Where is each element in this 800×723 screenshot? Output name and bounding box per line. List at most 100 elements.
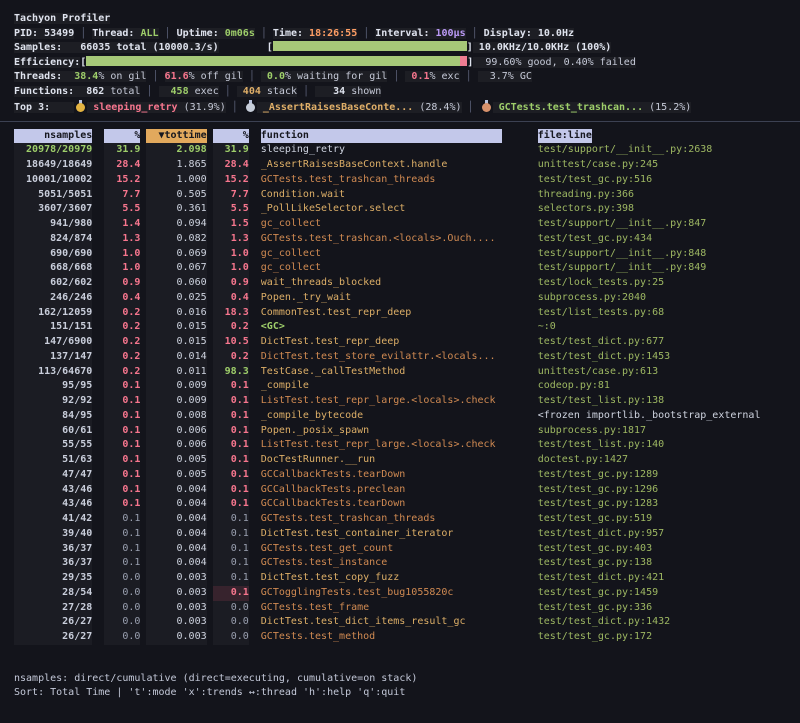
table-row[interactable]: 28/540.00.0030.1GCTogglingTests.test_bug…: [14, 586, 800, 601]
table-row[interactable]: 51/630.10.0050.1DocTestRunner.__rundocte…: [14, 453, 800, 468]
table-row[interactable]: 43/460.10.0040.1GCCallbackTests.tearDown…: [14, 497, 800, 512]
cell-file-line: test/test_gc.py:1459: [538, 586, 800, 601]
cell-function: <GC>: [261, 320, 502, 335]
cell-function: GCCallbackTests.tearDown: [261, 468, 502, 483]
cell-nsamples: 20978/20979: [14, 143, 92, 158]
column-header-file-line[interactable]: file:line: [538, 129, 592, 144]
cell-function: GCTests.test_get_count: [261, 542, 502, 557]
table-row[interactable]: 602/6020.90.0600.9wait_threads_blockedte…: [14, 276, 800, 291]
table-row[interactable]: 162/120590.20.01618.3CommonTest.test_rep…: [14, 306, 800, 321]
gc-pct: 3.7% GC: [478, 71, 532, 82]
table-row[interactable]: 29/350.00.0030.1DictTest.test_copy_fuzzt…: [14, 571, 800, 586]
cell-own-pct: 0.2: [104, 350, 140, 365]
table-row[interactable]: 26/270.00.0030.0DictTest.test_dict_items…: [14, 615, 800, 630]
cell-total-pct: 1.0: [213, 261, 249, 276]
cell-function: DocTestRunner.__run: [261, 453, 502, 468]
cell-total-pct: 0.2: [213, 320, 249, 335]
table-row[interactable]: 690/6901.00.0691.0gc_collecttest/support…: [14, 247, 800, 262]
cell-function: DictTest.test_store_evilattr.<locals...: [261, 350, 502, 365]
table-row[interactable]: 36/370.10.0040.1GCTests.test_get_countte…: [14, 542, 800, 557]
cell-own-pct: 0.1: [104, 497, 140, 512]
cell-function: _compile_bytecode: [261, 409, 502, 424]
table-row[interactable]: 92/920.10.0090.1ListTest.test_repr_large…: [14, 394, 800, 409]
table-row[interactable]: 20978/2097931.92.09831.9sleeping_retryte…: [14, 143, 800, 158]
table-row[interactable]: 18649/1864928.41.86528.4_AssertRaisesBas…: [14, 158, 800, 173]
cell-nsamples: 47/47: [14, 468, 92, 483]
column-header-nsamples[interactable]: nsamples: [14, 129, 92, 144]
cell-own-pct: 0.1: [104, 527, 140, 542]
table-row[interactable]: 43/460.10.0040.1GCCallbackTests.preclean…: [14, 483, 800, 498]
cell-file-line: <frozen importlib._bootstrap_external: [538, 409, 800, 424]
table-row[interactable]: 10001/1000215.21.00015.2GCTests.test_tra…: [14, 173, 800, 188]
table-row[interactable]: 246/2460.40.0250.4Popen._try_waitsubproc…: [14, 291, 800, 306]
table-row[interactable]: 84/950.10.0080.1_compile_bytecode<frozen…: [14, 409, 800, 424]
cell-tottime: 0.003: [146, 586, 206, 601]
table-row[interactable]: 5051/50517.70.5057.7Condition.waitthread…: [14, 188, 800, 203]
samples-bar-fill: [273, 41, 467, 51]
top1-pct: (31.9%): [178, 102, 226, 113]
cell-function: GCTests.test_method: [261, 630, 502, 645]
cell-file-line: test/support/__init__.py:848: [538, 247, 800, 262]
cell-nsamples: 151/151: [14, 320, 92, 335]
uptime-label: Uptime:: [177, 28, 225, 39]
cell-function: GCTests.test_trashcan_threads: [261, 512, 502, 527]
table-row[interactable]: 41/420.10.0040.1GCTests.test_trashcan_th…: [14, 512, 800, 527]
table-row[interactable]: 151/1510.20.0150.2<GC>~:0: [14, 320, 800, 335]
horizontal-rule: [0, 121, 800, 122]
cell-nsamples: 43/46: [14, 483, 92, 498]
table-row[interactable]: 824/8741.30.0821.3GCTests.test_trashcan.…: [14, 232, 800, 247]
cell-file-line: unittest/case.py:613: [538, 365, 800, 380]
cell-nsamples: 28/54: [14, 586, 92, 601]
column-header-function[interactable]: function: [261, 129, 502, 144]
table-row[interactable]: 39/400.10.0040.1DictTest.test_container_…: [14, 527, 800, 542]
cell-nsamples: 36/37: [14, 542, 92, 557]
cell-tottime: 0.006: [146, 438, 206, 453]
samples-bar: [273, 41, 467, 51]
cell-nsamples: 162/12059: [14, 306, 92, 321]
cell-file-line: test/test_dict.py:1432: [538, 615, 800, 630]
table-row[interactable]: 941/9801.40.0941.5gc_collecttest/support…: [14, 217, 800, 232]
cell-nsamples: 41/42: [14, 512, 92, 527]
table-row[interactable]: 113/646700.20.01198.3TestCase._callTestM…: [14, 365, 800, 380]
cell-function: Popen._try_wait: [261, 291, 502, 306]
exec-count: 458: [159, 86, 189, 97]
cell-own-pct: 1.0: [104, 261, 140, 276]
table-row[interactable]: 27/280.00.0030.0GCTests.test_frametest/t…: [14, 601, 800, 616]
table-row[interactable]: 147/69000.20.01510.5DictTest.test_repr_d…: [14, 335, 800, 350]
cell-tottime: 0.069: [146, 247, 206, 262]
table-row[interactable]: 26/270.00.0030.0GCTests.test_methodtest/…: [14, 630, 800, 645]
table-row[interactable]: 668/6681.00.0671.0gc_collecttest/support…: [14, 261, 800, 276]
cell-own-pct: 1.3: [104, 232, 140, 247]
table-row[interactable]: 3607/36075.50.3615.5_PollLikeSelector.se…: [14, 202, 800, 217]
cell-tottime: 0.003: [146, 571, 206, 586]
bronze-medal-icon: [482, 100, 491, 112]
cell-tottime: 0.003: [146, 630, 206, 645]
table-row[interactable]: 47/470.10.0050.1GCCallbackTests.tearDown…: [14, 468, 800, 483]
table-row[interactable]: 137/1470.20.0140.2DictTest.test_store_ev…: [14, 350, 800, 365]
table-row[interactable]: 36/370.10.0040.1GCTests.test_instancetes…: [14, 556, 800, 571]
cell-tottime: 0.094: [146, 217, 206, 232]
footer-shortcuts: Sort: Total Time | 't':mode 'x':trends ↔…: [14, 686, 800, 701]
samples-line: Samples: 66035 total (10000.3/s)[] 10.0K…: [14, 41, 800, 56]
table-row[interactable]: 60/610.10.0060.1Popen._posix_spawnsubpro…: [14, 424, 800, 439]
table-row[interactable]: 55/550.10.0060.1ListTest.test_repr_large…: [14, 438, 800, 453]
cell-function: ListTest.test_repr_large.<locals>.check: [261, 394, 502, 409]
cell-tottime: 1.865: [146, 158, 206, 173]
cell-total-pct: 0.1: [213, 394, 249, 409]
column-header-own-pct[interactable]: %: [104, 129, 140, 144]
cell-own-pct: 0.9: [104, 276, 140, 291]
column-header-tottime-sorted[interactable]: ▼tottime: [146, 129, 206, 144]
table-row[interactable]: 95/950.10.0090.1_compilecodeop.py:81: [14, 379, 800, 394]
cell-nsamples: 43/46: [14, 497, 92, 512]
thread-label: Thread:: [92, 28, 140, 39]
cell-total-pct: 0.1: [213, 556, 249, 571]
cell-nsamples: 668/668: [14, 261, 92, 276]
cell-file-line: subprocess.py:2040: [538, 291, 800, 306]
column-header-total-pct[interactable]: %: [213, 129, 249, 144]
cell-file-line: test/test_gc.py:1296: [538, 483, 800, 498]
cell-total-pct: 1.0: [213, 247, 249, 262]
cell-tottime: 0.082: [146, 232, 206, 247]
cell-nsamples: 26/27: [14, 630, 92, 645]
cell-file-line: test/test_dict.py:957: [538, 527, 800, 542]
cell-nsamples: 690/690: [14, 247, 92, 262]
